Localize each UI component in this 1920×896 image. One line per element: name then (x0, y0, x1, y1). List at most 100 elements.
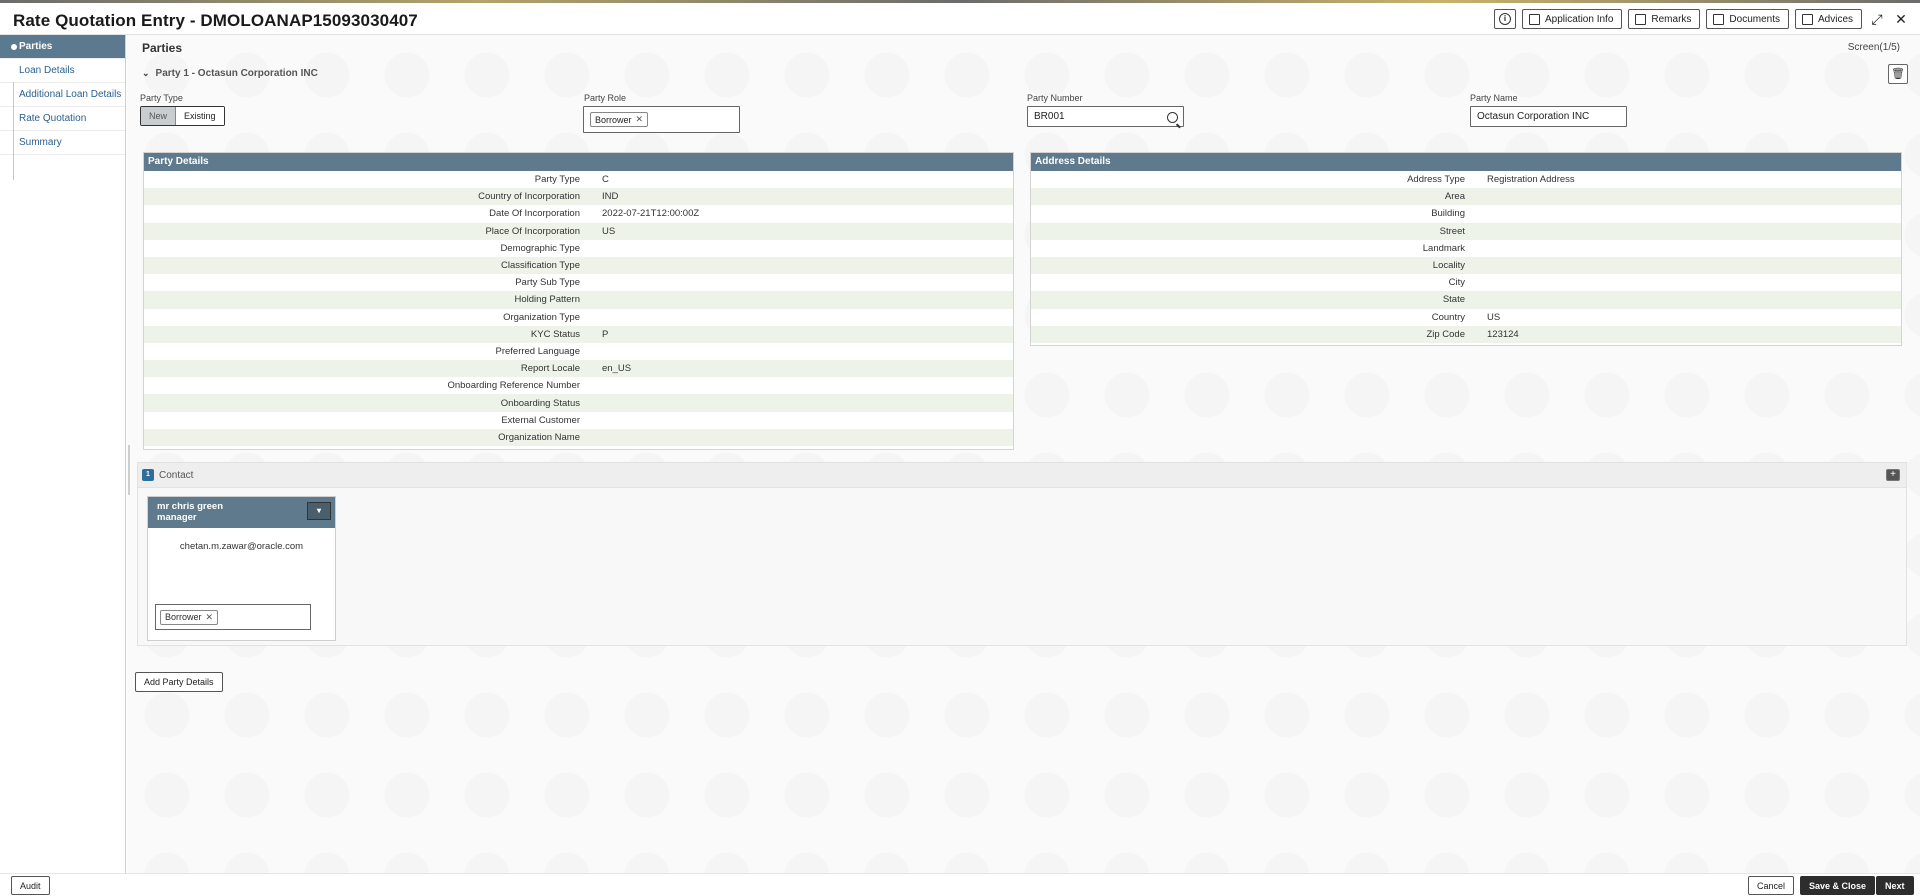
detail-key: Preferred Language (495, 345, 580, 357)
detail-key: Classification Type (500, 260, 580, 272)
detail-value: P (602, 328, 609, 340)
advices-button[interactable]: Advices (1794, 9, 1862, 29)
address-details-title: Address Details (1031, 153, 1901, 171)
documents-icon (1713, 13, 1725, 25)
save-close-button[interactable]: Save & Close (1800, 876, 1876, 895)
detail-row: Place Of Incorporation US (144, 222, 1013, 240)
detail-key: City (1448, 277, 1465, 289)
detail-key: State (1442, 294, 1465, 306)
detail-row: Area (1031, 188, 1901, 206)
detail-key: Holding Pattern (514, 294, 580, 306)
contact-label: Contact (159, 469, 194, 481)
detail-row: Street (1031, 222, 1901, 240)
detail-key: Area (1444, 191, 1465, 203)
remove-tag-icon[interactable]: ✕ (206, 612, 214, 623)
remove-tag-icon[interactable]: ✕ (636, 114, 644, 125)
application-info-button[interactable]: Application Info (1522, 9, 1623, 29)
party-type-toggle: New Existing (140, 106, 225, 126)
contact-role-field[interactable]: Borrower ✕ (155, 604, 311, 630)
main-content: Parties Screen(1/5) ⌄ Party 1 - Octasun … (127, 35, 1920, 873)
detail-row: Country US (1031, 309, 1901, 326)
detail-row: Organization Name (144, 428, 1013, 446)
detail-row: Country of Incorporation IND (144, 188, 1013, 206)
detail-key: Organization Name (498, 431, 580, 443)
detail-key: Building (1431, 208, 1465, 220)
page-header: Rate Quotation Entry - DMOLOANAP15093030… (0, 3, 1920, 35)
search-icon[interactable] (1167, 112, 1178, 123)
advices-icon (1801, 13, 1813, 25)
party-name-label: Party Name (1470, 93, 1518, 103)
documents-button[interactable]: Documents (1706, 9, 1789, 29)
contact-area (137, 488, 1907, 646)
detail-row: Building (1031, 205, 1901, 222)
detail-value: C (602, 174, 609, 186)
detail-key: Zip Code (1426, 328, 1465, 340)
detail-row: Holding Pattern (144, 291, 1013, 309)
detail-value: Registration Address (1487, 174, 1575, 186)
step-connector (13, 82, 14, 180)
detail-row: Party Type C (144, 171, 1013, 188)
detail-key: Party Sub Type (515, 277, 580, 289)
detail-key: External Customer (501, 414, 580, 426)
next-button[interactable]: Next (1876, 876, 1914, 895)
add-party-details-button[interactable]: Add Party Details (135, 672, 223, 692)
party-number-field[interactable]: BR001 (1027, 106, 1184, 127)
contact-section-bar: 1 Contact + (137, 462, 1907, 488)
detail-row: Zip Code 123124 (1031, 325, 1901, 343)
detail-row: Party Sub Type (144, 274, 1013, 291)
party-number-label: Party Number (1027, 93, 1083, 103)
detail-key: Place Of Incorporation (485, 225, 580, 237)
sidebar-item-loan-details[interactable]: Loan Details (0, 59, 125, 83)
detail-row: Landmark (1031, 240, 1901, 257)
application-info-icon (1529, 13, 1540, 25)
sidebar-item-rate-quotation[interactable]: Rate Quotation (0, 107, 125, 131)
party-details-rows: Party Type C Country of Incorporation IND Da… (144, 171, 1013, 446)
sidebar-item-parties[interactable]: Parties (0, 35, 125, 59)
party-type-new[interactable]: New (141, 107, 177, 125)
add-contact-button[interactable]: + (1886, 469, 1900, 481)
party-type-existing[interactable]: Existing (176, 107, 224, 125)
contact-email: chetan.m.zawar@oracle.com (179, 541, 304, 552)
section-title: Parties (142, 41, 183, 55)
maximize-icon[interactable]: ⤢ (1868, 10, 1886, 28)
party-heading[interactable]: ⌄ Party 1 - Octasun Corporation INC (142, 68, 318, 79)
detail-key: Street (1439, 225, 1465, 237)
splitter-handle[interactable] (128, 445, 130, 495)
audit-button[interactable]: Audit (11, 876, 50, 895)
detail-row: Address Type Registration Address (1031, 171, 1901, 188)
detail-key: Country (1431, 311, 1465, 323)
detail-key: Party Type (534, 174, 580, 186)
detail-row: Organization Type (144, 309, 1013, 326)
remarks-icon (1635, 13, 1647, 25)
remarks-button[interactable]: Remarks (1628, 9, 1701, 29)
detail-row: Date Of Incorporation 2022-07-21T12:00:00… (144, 205, 1013, 222)
sidebar-nav: Parties Loan Details Additional Loan Det… (0, 35, 126, 873)
close-icon[interactable]: ✕ (1892, 10, 1910, 28)
chevron-down-icon[interactable]: ▾ (307, 502, 331, 520)
detail-value: 2022-07-21T12:00:00Z (602, 208, 700, 220)
detail-row: KYC Status P (144, 325, 1013, 343)
cancel-button[interactable]: Cancel (1748, 876, 1795, 895)
party-role-field[interactable]: Borrower ✕ (583, 106, 740, 133)
detail-key: KYC Status (530, 328, 580, 340)
chevron-down-icon: ⌄ (142, 68, 150, 78)
detail-row: Onboarding Reference Number (144, 377, 1013, 394)
header-actions: i Application Info Remarks Documents Adv… (1494, 9, 1910, 29)
contact-count-badge: 1 (142, 469, 154, 481)
sidebar-item-summary[interactable]: Summary (0, 131, 125, 155)
info-button[interactable]: i (1494, 9, 1516, 29)
active-step-icon (11, 44, 17, 50)
detail-key: Onboarding Reference Number (447, 380, 580, 392)
page-title: Rate Quotation Entry - DMOLOANAP15093030… (13, 11, 418, 30)
detail-key: Address Type (1407, 174, 1465, 186)
contact-card-header: mr chris green manager ▾ (148, 497, 335, 528)
page-footer: Audit Cancel Save & Close Next (0, 873, 1920, 896)
sidebar-item-additional-loan-details[interactable]: Additional Loan Details (0, 83, 125, 107)
info-icon: i (1499, 13, 1511, 25)
delete-party-icon[interactable]: 🗑 (1888, 64, 1908, 84)
party-name-field[interactable]: Octasun Corporation INC (1470, 106, 1627, 127)
detail-value: en_US (602, 363, 632, 375)
detail-key: Onboarding Status (500, 397, 580, 409)
detail-key: Landmark (1422, 242, 1465, 254)
address-details-rows: Address Type Registration Address Area Buil… (1031, 171, 1901, 343)
